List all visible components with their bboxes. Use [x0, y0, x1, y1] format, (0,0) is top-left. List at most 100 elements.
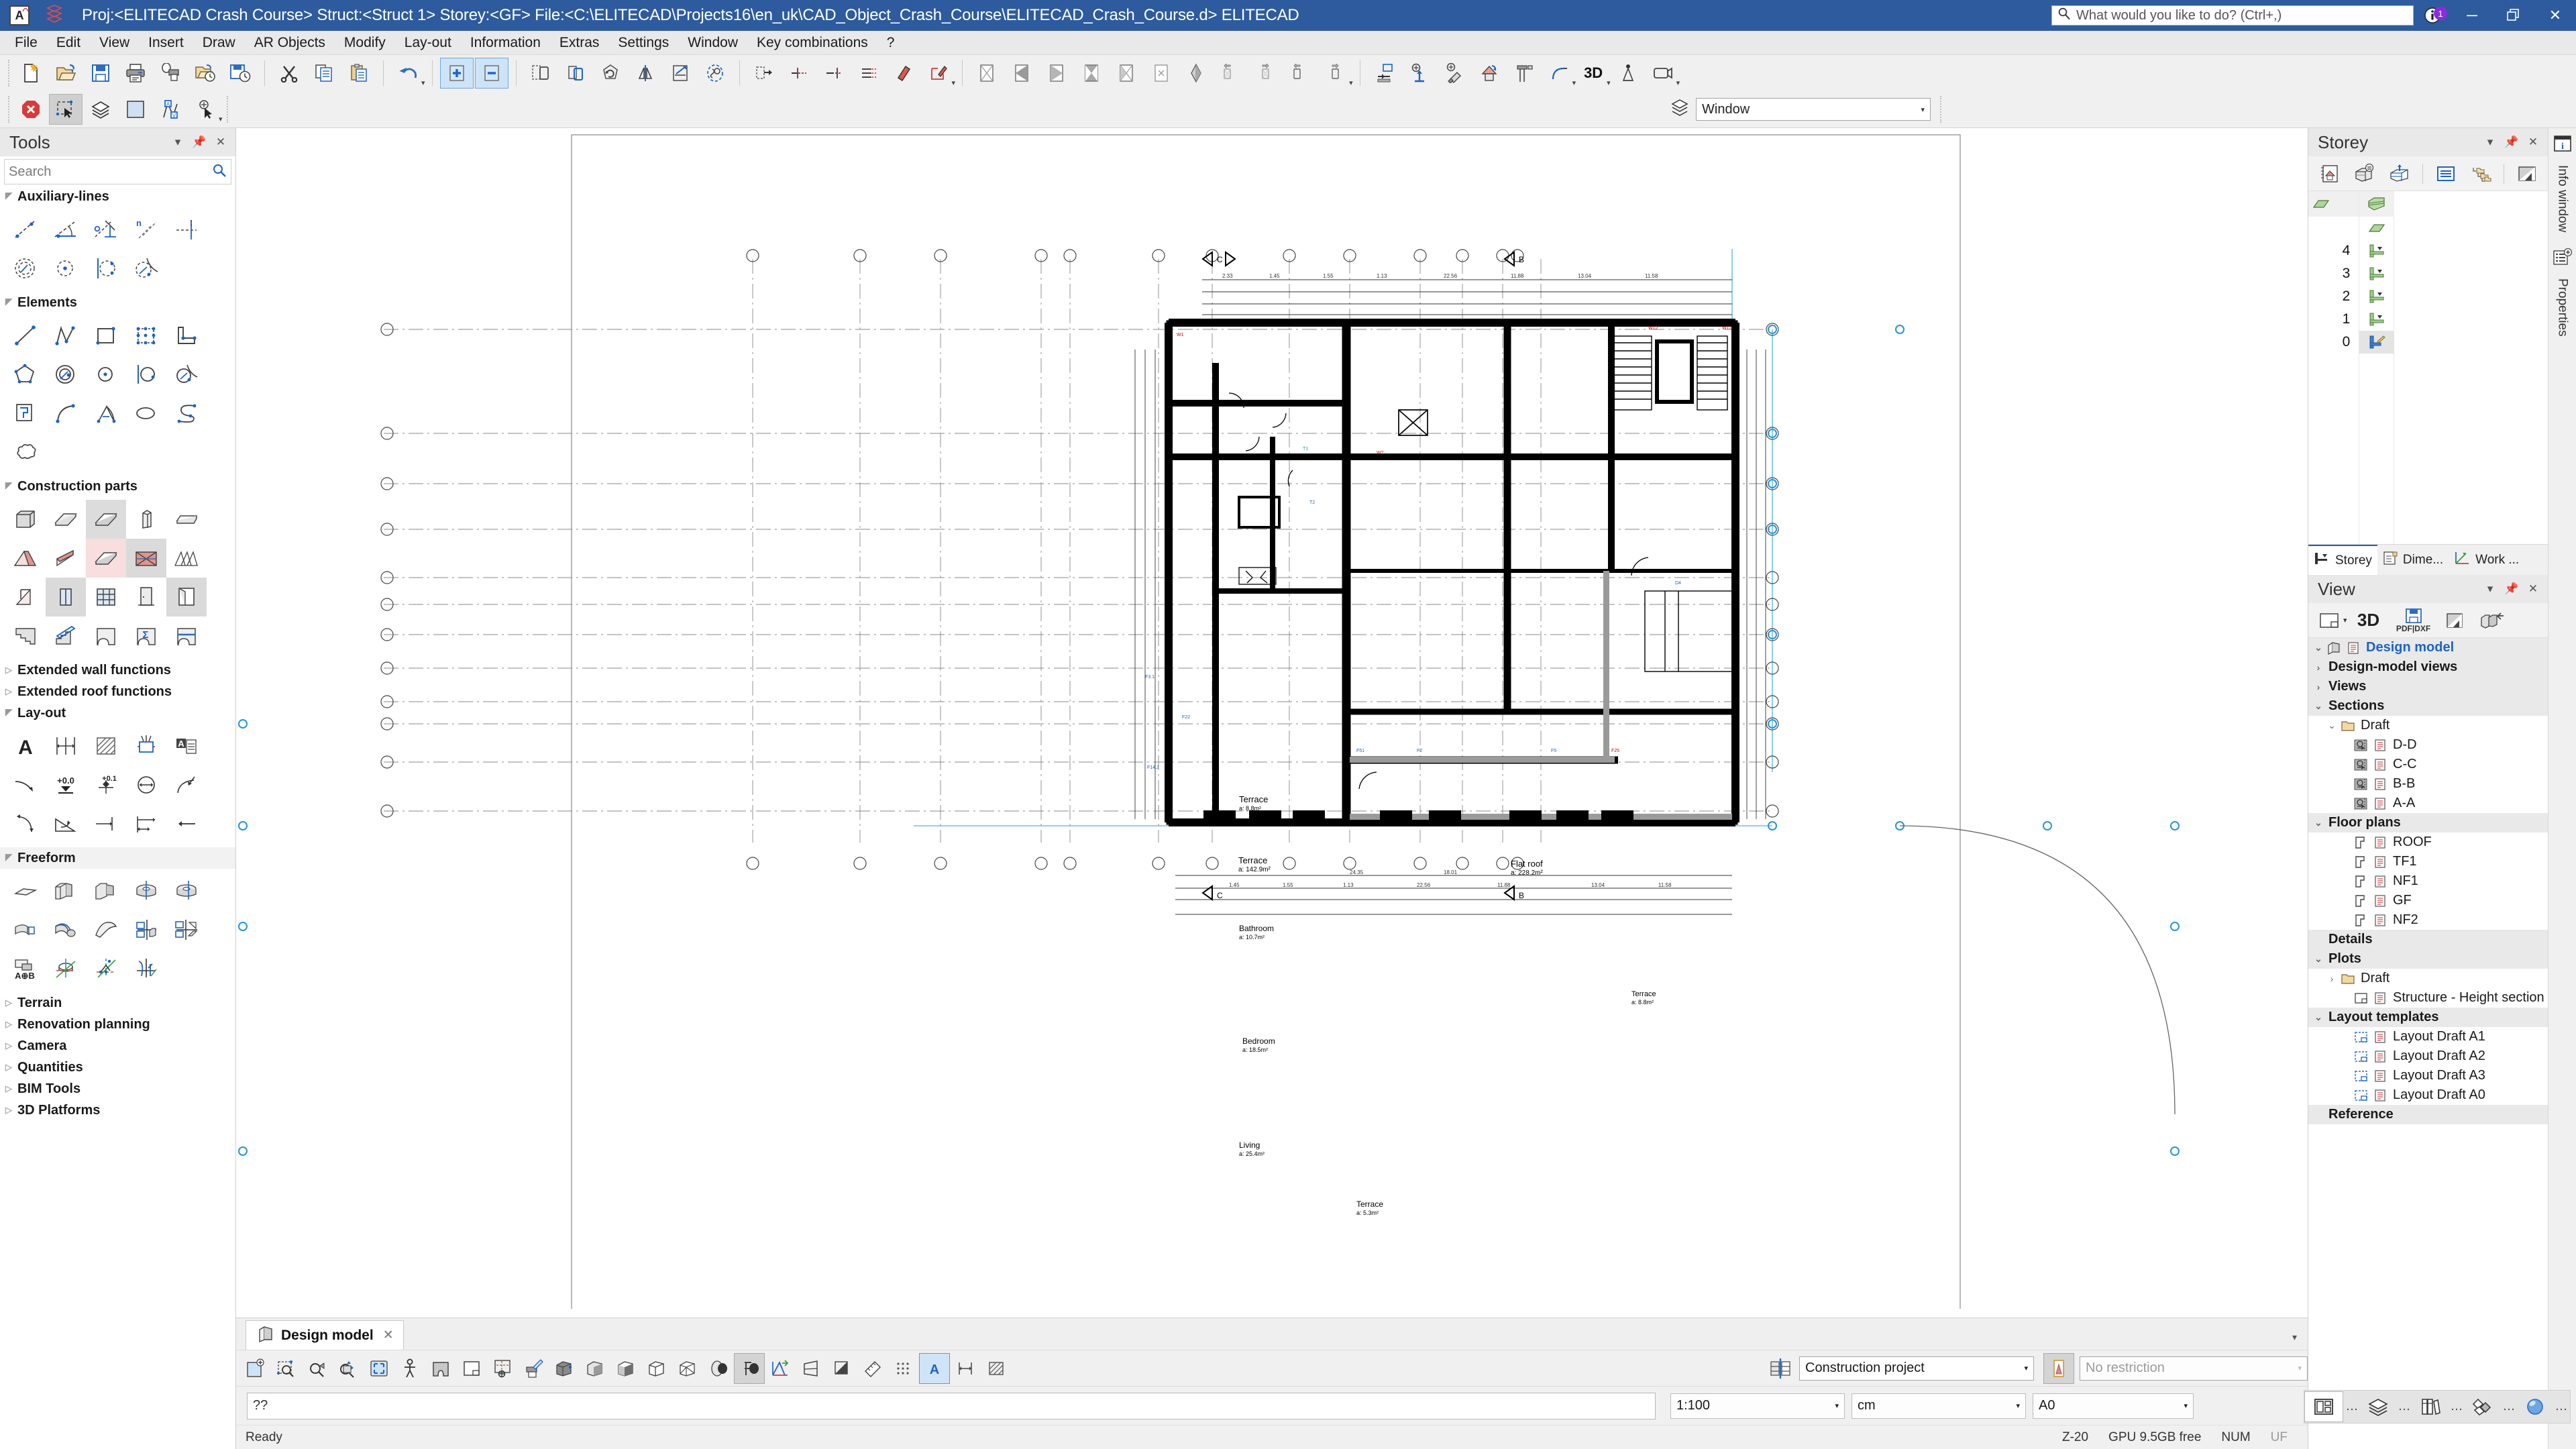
document-tab-close-icon[interactable]: ✕ — [383, 1328, 394, 1343]
tools-search-input[interactable] — [9, 164, 212, 180]
toolbar-grip-3[interactable] — [227, 96, 228, 123]
leader-line-icon[interactable] — [5, 765, 46, 804]
cut-icon[interactable] — [272, 58, 306, 89]
freeform-plane-icon[interactable] — [5, 871, 46, 910]
view-tree-item[interactable]: C-C — [2308, 755, 2548, 774]
window-icon[interactable] — [46, 578, 86, 616]
view-tree-item[interactable]: ⌄Design model — [2308, 638, 2548, 657]
properties-tab[interactable]: Properties — [2554, 274, 2571, 341]
chevron-down-icon[interactable]: ⌄ — [2311, 953, 2326, 965]
view-tree[interactable]: ⌄Design model›Design-model views›Views⌄S… — [2308, 638, 2548, 1449]
new-file-icon[interactable] — [14, 58, 48, 89]
flip-right-icon[interactable] — [1319, 58, 1352, 89]
window-selector[interactable]: Window ▾ — [1670, 97, 1931, 121]
toolbar-grip-4[interactable] — [1940, 96, 1941, 123]
element-line-icon[interactable] — [5, 316, 46, 355]
menu-item-ar-objects[interactable]: AR Objects — [245, 31, 335, 55]
tools-group-bim-tools[interactable]: BIM Tools — [0, 1078, 235, 1099]
zoom-out-icon[interactable] — [475, 58, 508, 89]
sum-recess-icon[interactable]: Σ — [126, 616, 166, 655]
origin-icon[interactable] — [487, 1353, 518, 1384]
chevron-down-icon[interactable]: ⌄ — [2311, 700, 2326, 712]
tools-group-auxiliary-lines[interactable]: Auxiliary-lines — [0, 186, 235, 207]
tools-panel-pin-icon[interactable]: 📌 — [190, 136, 209, 149]
recess-icon[interactable] — [86, 616, 126, 655]
storey-manager-icon[interactable] — [2312, 158, 2347, 189]
view-insert-icon[interactable] — [2472, 605, 2512, 636]
view-tree-item[interactable]: ›Views — [2308, 677, 2548, 696]
view-tree-item[interactable]: Layout Draft A1 — [2308, 1027, 2548, 1046]
storey-level-icon[interactable] — [1368, 58, 1401, 89]
view-layout-icon[interactable] — [2312, 605, 2347, 636]
restriction-combo[interactable]: No restriction ▾ — [2080, 1356, 2308, 1381]
view-tree-item[interactable]: Layout Draft A2 — [2308, 1046, 2548, 1066]
door-icon[interactable] — [126, 578, 166, 616]
status-dots-4[interactable]: … — [2500, 1399, 2518, 1414]
mirror-object-icon[interactable] — [629, 58, 662, 89]
legend-icon[interactable]: A — [166, 727, 207, 765]
tools-group-layout[interactable]: Lay-out — [0, 702, 235, 724]
radius-dim-icon[interactable] — [166, 765, 207, 804]
storey-level-icon-1[interactable] — [2359, 308, 2394, 331]
element-ellipse-icon[interactable] — [126, 394, 166, 433]
extend-element-icon[interactable] — [747, 58, 781, 89]
zoom-previous-icon[interactable] — [302, 1353, 333, 1384]
info-button[interactable]: 1 — [2414, 7, 2451, 24]
tools-group-freeform[interactable]: Freeform — [0, 847, 235, 869]
paint-tool-icon[interactable] — [1438, 58, 1471, 89]
height-point-icon[interactable]: +0.1 — [86, 765, 126, 804]
text-toggle-icon[interactable]: A — [919, 1353, 950, 1384]
copy-icon[interactable] — [307, 58, 341, 89]
element-arc-icon[interactable] — [46, 394, 86, 433]
open-recent-icon[interactable] — [189, 58, 222, 89]
view-tree-item[interactable]: Details — [2308, 930, 2548, 949]
menu-item-layout[interactable]: Lay-out — [395, 31, 461, 55]
view-tree-item[interactable]: ›Design-model views — [2308, 657, 2548, 677]
unit-combo[interactable]: cm ▾ — [1851, 1393, 2026, 1419]
view-tree-item[interactable]: A-A — [2308, 794, 2548, 813]
element-fillet-icon[interactable] — [166, 355, 207, 394]
view-visibility-icon[interactable] — [2437, 605, 2472, 636]
storey-tab-dimension[interactable]: Dime... — [2377, 545, 2449, 576]
light-tool-icon[interactable] — [1611, 58, 1645, 89]
3d-solid-icon[interactable] — [610, 1353, 641, 1384]
trim-extend-icon[interactable] — [817, 58, 851, 89]
storey-panel-pin-icon[interactable]: 📌 — [2502, 136, 2521, 149]
chained-dim-icon[interactable] — [126, 804, 166, 843]
chevron-right-icon[interactable]: › — [2311, 682, 2326, 692]
pillar-icon[interactable] — [126, 500, 166, 539]
freeform-section-icon[interactable] — [166, 910, 207, 949]
offset-dim-icon[interactable] — [166, 804, 207, 843]
storey-panel-close-icon[interactable]: ✕ — [2524, 136, 2542, 149]
restore-button[interactable] — [2493, 0, 2534, 31]
chevron-right-icon[interactable]: › — [2324, 973, 2339, 984]
multi-trim-icon[interactable] — [852, 58, 885, 89]
move-object-icon[interactable] — [559, 58, 592, 89]
element-circle-icon[interactable] — [86, 355, 126, 394]
help-search-box[interactable]: What would you like to do? (Ctrl+,) — [2051, 5, 2414, 25]
rotate-object-icon[interactable] — [594, 58, 627, 89]
view-tree-item[interactable]: D-D — [2308, 735, 2548, 755]
save-recent-icon[interactable] — [223, 58, 257, 89]
element-lshape-icon[interactable] — [166, 316, 207, 355]
aux-concentric-circle-icon[interactable] — [5, 249, 46, 288]
freeform-surface-icon[interactable] — [86, 910, 126, 949]
layout-view-icon[interactable] — [456, 1353, 487, 1384]
print-icon[interactable] — [119, 58, 152, 89]
toolbar-grip-2[interactable] — [8, 96, 9, 123]
eraser-icon[interactable] — [887, 58, 920, 89]
menu-item-settings[interactable]: Settings — [608, 31, 678, 55]
cancel-icon[interactable] — [14, 94, 48, 125]
menu-item-window[interactable]: Window — [678, 31, 747, 55]
storey-list[interactable]: 4 3 2 1 0 — [2308, 191, 2548, 544]
paper-size-combo[interactable]: A0 ▾ — [2033, 1393, 2194, 1419]
view-tree-item[interactable]: GF — [2308, 891, 2548, 910]
zoom-window-icon[interactable] — [271, 1353, 302, 1384]
multi-roof-icon[interactable] — [166, 539, 207, 578]
chevron-down-icon[interactable]: ⌄ — [2324, 720, 2339, 731]
tools-panel-close-icon[interactable]: ✕ — [211, 136, 230, 149]
element-cloud-icon[interactable] — [5, 433, 46, 472]
element-concentric-circle-icon[interactable] — [46, 355, 86, 394]
walkthrough-icon[interactable] — [394, 1353, 425, 1384]
construction-project-combo[interactable]: Construction project ▾ — [1799, 1356, 2034, 1381]
